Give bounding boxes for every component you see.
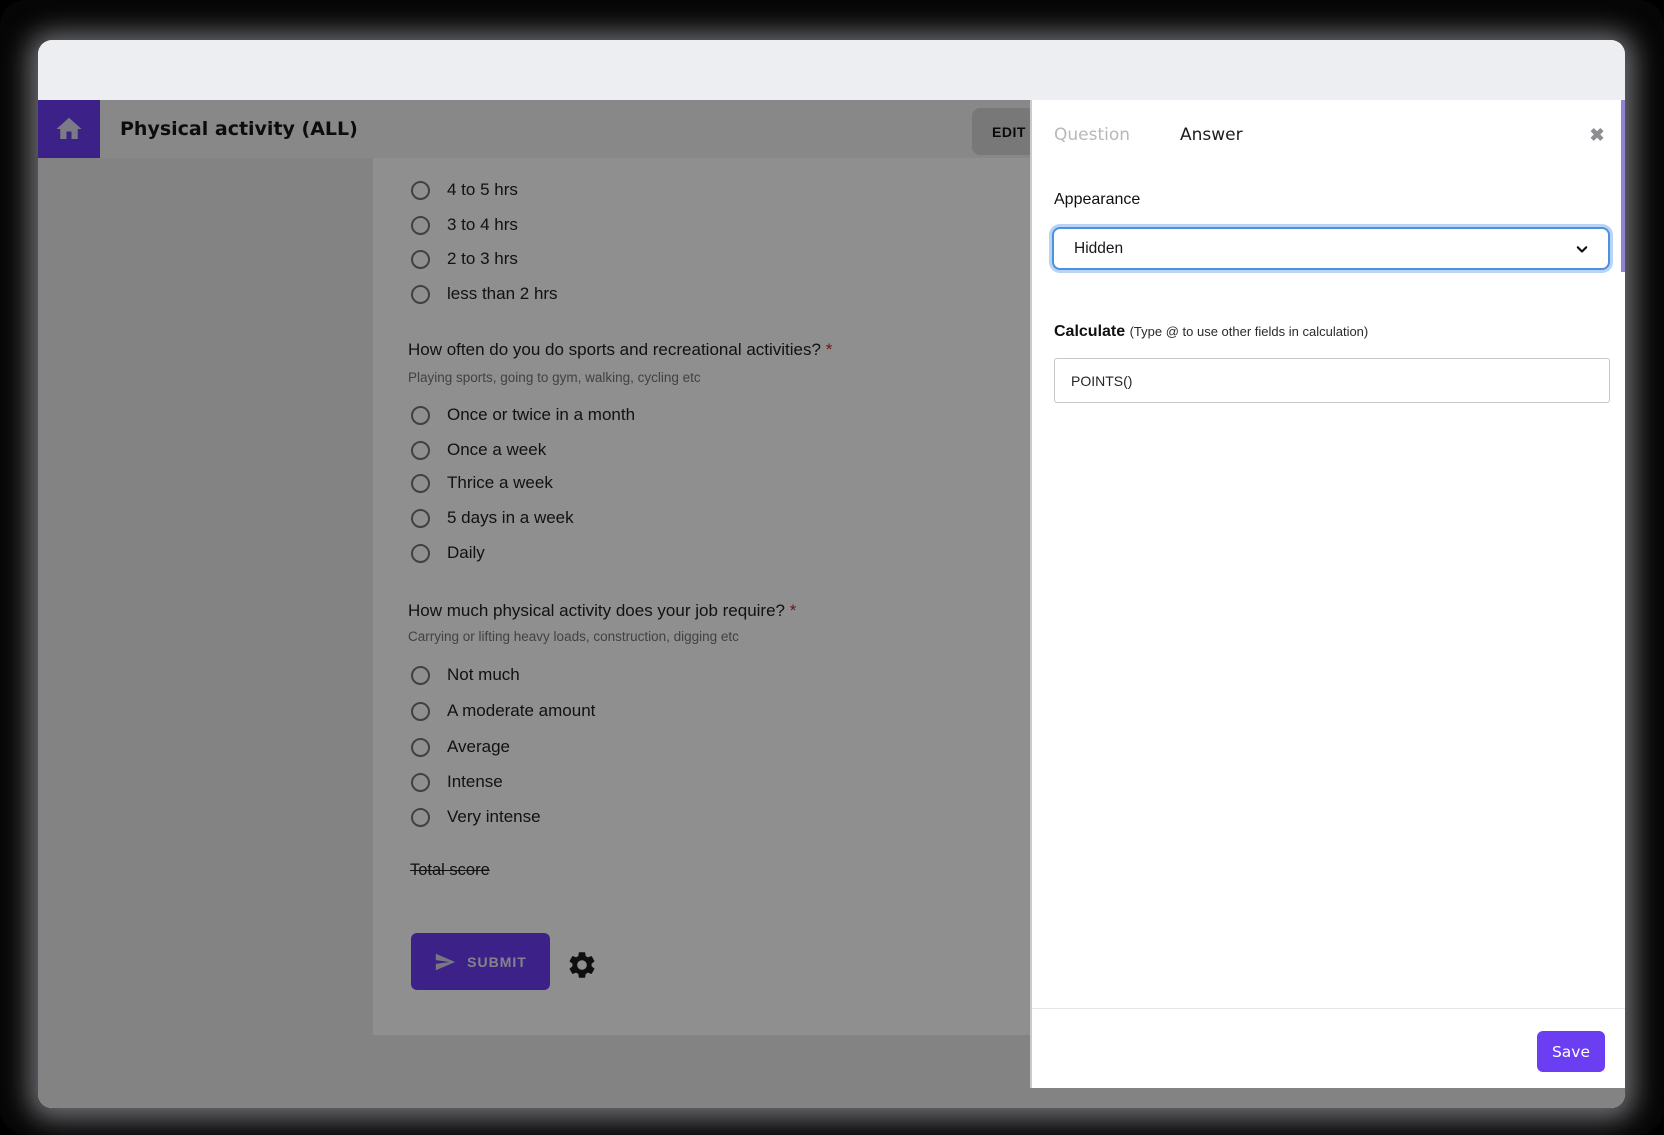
screenshot-frame: Physical activity (ALL) EDIT 4 to 5 hrs … <box>0 0 1664 1135</box>
tab-question[interactable]: Question <box>1054 123 1130 147</box>
browser-window: Physical activity (ALL) EDIT 4 to 5 hrs … <box>38 40 1625 1108</box>
appearance-select[interactable]: Hidden <box>1052 227 1610 270</box>
calculate-hint: (Type @ to use other fields in calculati… <box>1130 324 1369 339</box>
save-button[interactable]: Save <box>1537 1031 1605 1072</box>
calculate-label-row: Calculate (Type @ to use other fields in… <box>1054 320 1368 344</box>
window-content: Physical activity (ALL) EDIT 4 to 5 hrs … <box>38 100 1625 1108</box>
appearance-label: Appearance <box>1054 188 1140 212</box>
close-icon[interactable]: ✖ <box>1583 121 1611 149</box>
calculate-label: Calculate <box>1054 323 1125 340</box>
chevron-down-icon <box>1572 239 1592 259</box>
panel-footer-divider <box>1032 1008 1625 1009</box>
tab-answer[interactable]: Answer <box>1180 123 1243 147</box>
calculate-input[interactable]: POINTS() <box>1054 358 1610 403</box>
panel-scrollbar[interactable] <box>1621 100 1625 272</box>
appearance-selected-value: Hidden <box>1074 240 1572 258</box>
window-titlebar <box>38 40 1625 100</box>
question-settings-panel: Question Answer ✖ Appearance Hidden Calc… <box>1030 100 1625 1088</box>
